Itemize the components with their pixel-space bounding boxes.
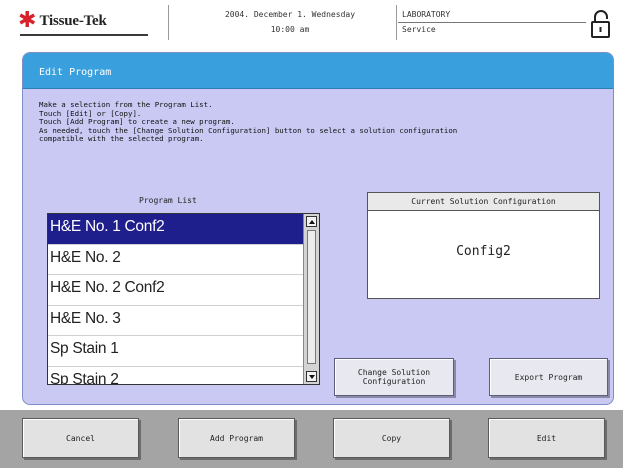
tissue-tek-star-icon: ✱ [18, 8, 37, 33]
lock-icon[interactable] [589, 9, 615, 39]
edit-label: Edit [536, 433, 557, 443]
scroll-thumb[interactable] [307, 230, 316, 364]
header-divider [396, 5, 397, 40]
scroll-down-icon [308, 374, 315, 379]
current-config-value: Config2 [456, 244, 511, 259]
edit-program-panel: Edit Program Make a selection from the P… [22, 52, 614, 405]
list-item[interactable]: H&E No. 2 [48, 245, 304, 275]
bottom-button-bar: Cancel Add Program Copy Edit [0, 410, 623, 468]
add-program-button[interactable]: Add Program [178, 418, 295, 458]
copy-button[interactable]: Copy [333, 418, 450, 458]
change-solution-configuration-button[interactable]: Change Solution Configuration [334, 358, 454, 396]
location-mode: Service [402, 25, 436, 34]
export-program-label: Export Program [514, 372, 583, 382]
time-text: 10:00 am [270, 25, 310, 34]
change-config-label-line2: Configuration [362, 377, 426, 386]
cancel-label: Cancel [66, 433, 95, 443]
instruction-line: compatible with the selected program. [39, 134, 204, 143]
current-config-title: Current Solution Configuration [368, 193, 599, 211]
header-bar: ✱ Tissue-Tek 2004. December 1. Wednesday… [0, 0, 623, 50]
header-rule [398, 22, 586, 23]
current-config-box: Current Solution Configuration Config2 [367, 192, 600, 299]
brand-logo: ✱ Tissue-Tek [18, 10, 107, 32]
list-item[interactable]: Sp Stain 1 [48, 336, 304, 367]
header-divider [168, 5, 169, 40]
scroll-up-button[interactable] [306, 216, 317, 227]
scroll-down-button[interactable] [306, 371, 317, 382]
list-item[interactable]: H&E No. 1 Conf2 [48, 214, 304, 245]
list-item[interactable]: H&E No. 3 [48, 306, 304, 336]
list-item[interactable]: H&E No. 2 Conf2 [48, 275, 304, 306]
add-program-label: Add Program [210, 433, 263, 443]
location-name: LABORATORY [402, 10, 451, 19]
list-item[interactable]: Sp Stain 2 [48, 367, 304, 385]
datetime-display: 2004. December 1. Wednesday 10:00 am [190, 7, 390, 37]
scroll-up-icon [308, 219, 315, 224]
program-list-scrollbar[interactable] [303, 214, 319, 384]
change-config-label-line1: Change Solution [357, 368, 431, 377]
panel-title: Edit Program [23, 53, 613, 89]
program-list-items: H&E No. 1 Conf2 H&E No. 2 H&E No. 2 Conf… [48, 214, 304, 384]
instructions-text: Make a selection from the Program List. … [39, 100, 609, 144]
brand-name: Tissue-Tek [39, 12, 107, 29]
cancel-button[interactable]: Cancel [22, 418, 139, 458]
copy-label: Copy [381, 433, 402, 443]
edit-button[interactable]: Edit [488, 418, 605, 458]
export-program-button[interactable]: Export Program [489, 358, 608, 396]
program-list[interactable]: H&E No. 1 Conf2 H&E No. 2 H&E No. 2 Conf… [47, 213, 320, 385]
logo-underline [20, 34, 148, 36]
date-text: 2004. December 1. Wednesday [224, 10, 356, 19]
change-config-label: Change Solution Configuration [358, 368, 430, 386]
program-list-title: Program List [139, 196, 197, 205]
